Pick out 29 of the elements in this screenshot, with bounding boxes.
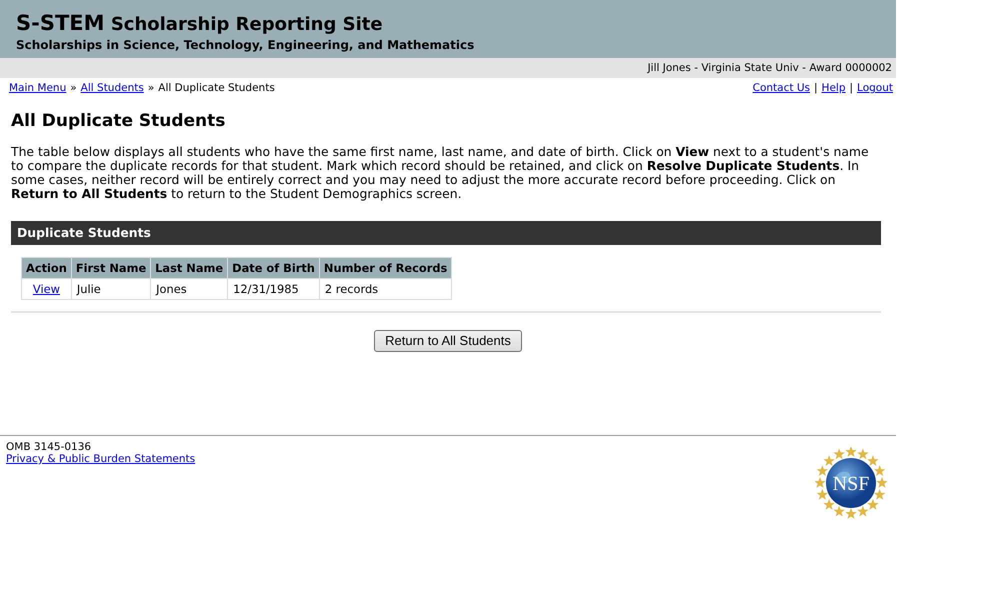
column-header: Date of Birth [228,258,320,278]
top-link[interactable]: Help [822,81,846,95]
breadcrumb-separator: » [70,81,77,95]
site-subtitle: Scholarships in Science, Technology, Engineering, and Mathematics [16,37,474,53]
omb-number: OMB 3145-0136 [6,441,92,453]
top-link[interactable]: Contact Us [752,81,810,95]
breadcrumb-separator: » [148,81,154,95]
section-header: Duplicate Students [11,221,881,245]
nsf-logo: NSF [815,447,887,519]
breadcrumb-link[interactable]: All Students [80,81,144,95]
return-button[interactable]: Return to All Students [374,330,522,352]
intro-paragraph: The table below displays all students who have the same first name, last name, and date of birth. Click on View next to a student's name to compare the duplicate records for that student. Mark which record should be retained, and click on Resolve Duplicate Students. In some cases, neither record will be entirely correct and you may need to adjust the more accurate record before proceeding. Click on Return to All Students to return to the Student Demographics screen. [11,145,870,201]
column-header: Number of Records [319,258,452,278]
table-cell: 12/31/1985 [228,278,320,300]
top-link[interactable]: Logout [857,81,893,95]
table-cell: Julie [71,278,151,300]
user-info: Jill Jones - Virginia State Univ - Award 0000002 [648,61,892,76]
table-cell: Jones [150,278,228,300]
table-cell: 2 records [319,278,452,300]
breadcrumb-current: All Duplicate Students [158,81,275,95]
page-title: All Duplicate Students [11,110,226,132]
site-title: S-STEM Scholarship Reporting Site [16,12,383,36]
link-separator: | [814,81,818,95]
breadcrumb-link[interactable]: Main Menu [9,81,66,95]
column-header: Action [22,258,72,278]
column-header: First Name [71,258,151,278]
column-header: Last Name [150,258,228,278]
link-separator: | [850,81,854,95]
privacy-link[interactable]: Privacy & Public Burden Statements [6,453,196,465]
